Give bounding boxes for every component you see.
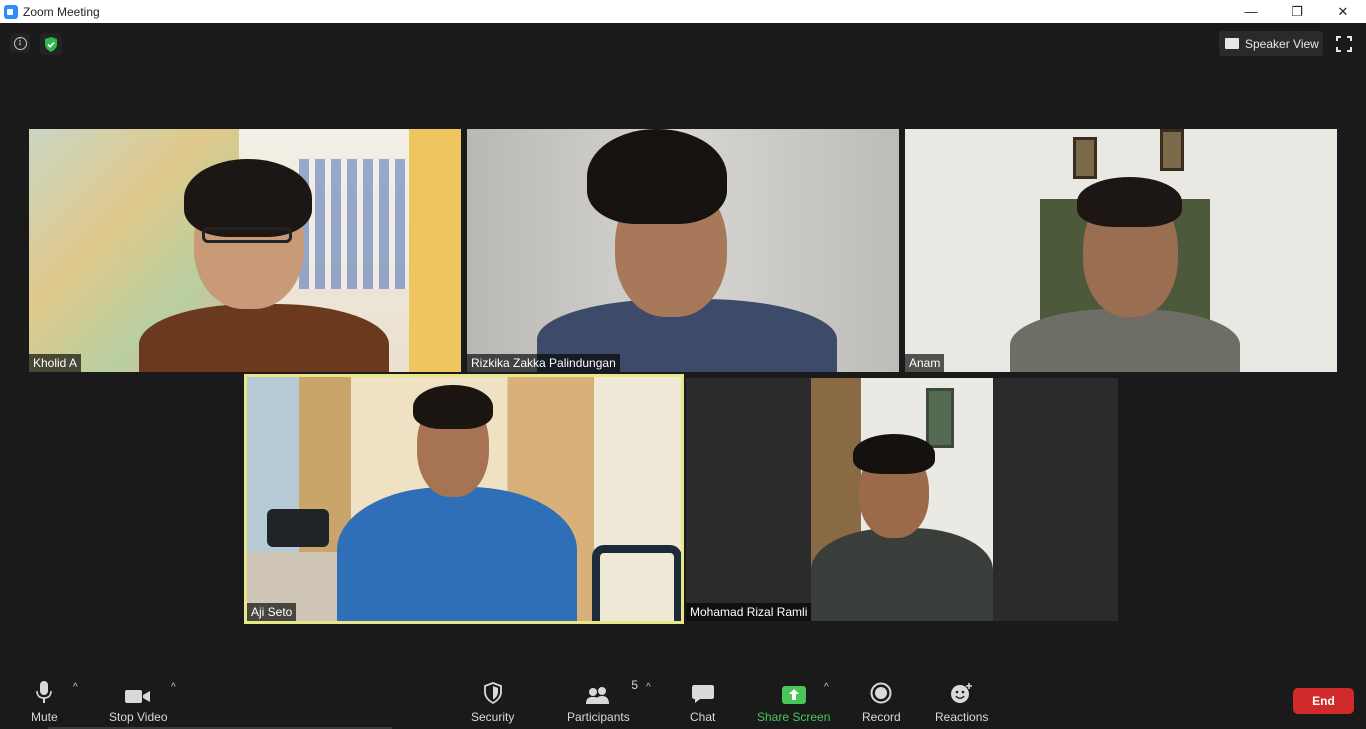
reactions-button[interactable]: Reactions: [935, 680, 988, 724]
record-icon: [870, 680, 892, 704]
speaker-view-button[interactable]: Speaker View: [1219, 31, 1323, 56]
security-label: Security: [471, 710, 515, 724]
record-label: Record: [862, 710, 901, 724]
audio-options-caret[interactable]: ^: [73, 682, 78, 693]
title-bar: Zoom Meeting — ❐ ✕: [0, 0, 1366, 23]
video-tile-mohamad[interactable]: Mohamad Rizal Ramli: [686, 378, 1118, 621]
participants-options-caret[interactable]: ^: [646, 682, 651, 693]
participants-button[interactable]: 5 Participants: [567, 678, 638, 724]
mute-button[interactable]: Mute: [31, 680, 58, 724]
close-button[interactable]: ✕: [1320, 0, 1366, 23]
video-tile-rizkika[interactable]: Rizkika Zakka Palindungan: [467, 129, 899, 372]
meeting-info-icon[interactable]: i: [10, 33, 30, 53]
security-shield-icon: [483, 680, 503, 704]
participants-label: Participants: [567, 710, 630, 724]
chat-button[interactable]: Chat: [690, 680, 715, 724]
participant-name: Anam: [905, 354, 945, 372]
record-button[interactable]: Record: [862, 680, 901, 724]
end-meeting-button[interactable]: End: [1293, 688, 1354, 714]
mute-label: Mute: [31, 710, 58, 724]
encryption-shield-icon[interactable]: [40, 33, 62, 55]
window-title: Zoom Meeting: [23, 4, 100, 19]
smiley-icon: [950, 680, 974, 704]
video-camera-icon: [125, 680, 151, 704]
minimize-button[interactable]: —: [1228, 0, 1274, 23]
participants-icon: 5: [585, 678, 638, 704]
video-tile-anam[interactable]: Anam: [905, 129, 1337, 372]
restore-button[interactable]: ❐: [1274, 0, 1320, 23]
stop-video-button[interactable]: Stop Video: [109, 680, 168, 724]
video-tile-aji-seto[interactable]: Aji Seto: [244, 374, 684, 624]
share-options-caret[interactable]: ^: [824, 682, 829, 693]
share-screen-label: Share Screen: [757, 710, 831, 724]
speaker-view-label: Speaker View: [1245, 36, 1319, 51]
participant-name: Aji Seto: [247, 603, 297, 621]
meeting-toolbar: Mute ^ Stop Video ^ Security 5 Participa…: [0, 668, 1366, 729]
meeting-status-icons: i: [10, 33, 62, 55]
zoom-app-icon: [4, 4, 18, 19]
microphone-icon: [36, 680, 53, 704]
fullscreen-icon[interactable]: [1336, 36, 1352, 52]
reactions-label: Reactions: [935, 710, 989, 724]
speaker-view-icon: [1225, 38, 1239, 49]
share-screen-button[interactable]: Share Screen: [757, 680, 830, 724]
window-controls: — ❐ ✕: [1228, 0, 1366, 23]
stop-video-label: Stop Video: [109, 710, 168, 724]
video-tile-kholid[interactable]: Kholid A: [29, 129, 461, 372]
participant-name: Mohamad Rizal Ramli: [686, 603, 812, 621]
participant-count: 5: [631, 678, 639, 692]
video-options-caret[interactable]: ^: [171, 682, 176, 693]
participant-name: Rizkika Zakka Palindungan: [467, 354, 620, 372]
chat-bubble-icon: [691, 680, 715, 704]
chat-label: Chat: [690, 710, 716, 724]
security-button[interactable]: Security: [471, 680, 514, 724]
participant-name: Kholid A: [29, 354, 82, 372]
share-screen-icon: [781, 680, 806, 704]
